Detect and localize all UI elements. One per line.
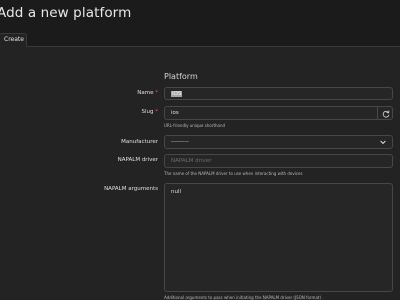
slug-help-text: URL-friendly unique shorthand bbox=[164, 123, 226, 128]
manufacturer-selected-value: --------- bbox=[171, 139, 189, 145]
napalm-arguments-label: NAPALM arguments bbox=[104, 186, 158, 192]
napalm-arguments-value: null bbox=[171, 189, 182, 195]
napalm-driver-placeholder: NAPALM driver bbox=[171, 158, 212, 164]
slug-label-text: Slug bbox=[141, 109, 154, 115]
name-required-mark: * bbox=[155, 90, 158, 96]
slug-required-mark: * bbox=[155, 109, 158, 115]
manufacturer-select[interactable]: --------- bbox=[164, 135, 393, 149]
name-input-value: iOS bbox=[171, 90, 183, 97]
manufacturer-label: Manufacturer bbox=[121, 139, 158, 145]
chevron-down-icon bbox=[380, 140, 386, 145]
slug-label: Slug * bbox=[142, 109, 159, 115]
slug-regenerate-button[interactable] bbox=[377, 106, 393, 120]
napalm-arguments-help-text: Additional arguments to pass when initia… bbox=[164, 295, 322, 300]
tab-create-label: Create bbox=[4, 36, 24, 43]
tab-create[interactable]: Create bbox=[0, 33, 27, 48]
tab-bar: Create bbox=[0, 33, 400, 48]
slug-input[interactable]: ios bbox=[164, 106, 378, 120]
name-label: Name * bbox=[137, 90, 158, 96]
section-title: Platform bbox=[164, 72, 198, 81]
name-input[interactable]: iOS bbox=[164, 87, 393, 100]
name-label-text: Name bbox=[137, 90, 154, 96]
slug-input-value: ios bbox=[171, 110, 179, 116]
napalm-driver-input[interactable]: NAPALM driver bbox=[164, 154, 393, 168]
page-header: Add a new platform bbox=[0, 0, 400, 33]
napalm-driver-help-text: The name of the NAPALM driver to use whe… bbox=[164, 171, 303, 176]
napalm-driver-label: NAPALM driver bbox=[117, 157, 158, 163]
page-title: Add a new platform bbox=[0, 5, 132, 21]
napalm-arguments-textarea[interactable]: null bbox=[164, 183, 393, 292]
refresh-icon bbox=[382, 110, 390, 118]
